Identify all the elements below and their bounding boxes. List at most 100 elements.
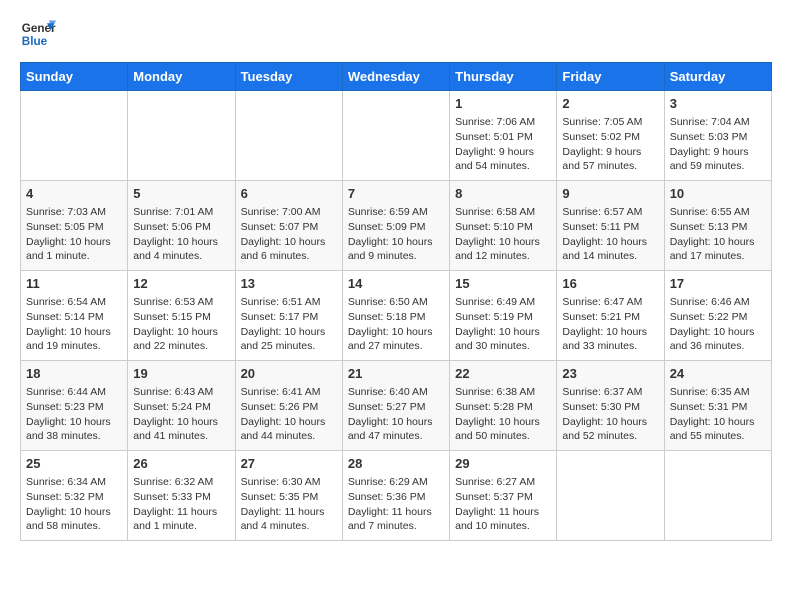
day-info: Sunrise: 7:01 AMSunset: 5:06 PMDaylight:… xyxy=(133,205,229,264)
day-number: 6 xyxy=(241,185,337,203)
day-number: 19 xyxy=(133,365,229,383)
calendar-cell: 23 Sunrise: 6:37 AMSunset: 5:30 PMDayligh… xyxy=(557,361,664,451)
calendar-cell: 11 Sunrise: 6:54 AMSunset: 5:14 PMDayligh… xyxy=(21,271,128,361)
calendar-week-5: 25 Sunrise: 6:34 AMSunset: 5:32 PMDayligh… xyxy=(21,451,772,541)
day-number: 24 xyxy=(670,365,766,383)
svg-text:Blue: Blue xyxy=(22,35,48,48)
calendar-cell: 9Sunrise: 6:57 AMSunset: 5:11 PMDaylight… xyxy=(557,181,664,271)
calendar-cell: 10 Sunrise: 6:55 AMSunset: 5:13 PMDayligh… xyxy=(664,181,771,271)
day-number: 3 xyxy=(670,95,766,113)
day-info: Sunrise: 6:54 AMSunset: 5:14 PMDaylight:… xyxy=(26,295,122,354)
day-info: Sunrise: 6:27 AMSunset: 5:37 PMDaylight:… xyxy=(455,475,551,534)
calendar-header-row: SundayMondayTuesdayWednesdayThursdayFrid… xyxy=(21,63,772,91)
day-info: Sunrise: 6:47 AMSunset: 5:21 PMDaylight:… xyxy=(562,295,658,354)
calendar-cell: 18 Sunrise: 6:44 AMSunset: 5:23 PMDayligh… xyxy=(21,361,128,451)
day-info: Sunrise: 6:58 AMSunset: 5:10 PMDaylight:… xyxy=(455,205,551,264)
day-number: 18 xyxy=(26,365,122,383)
calendar-cell: 12 Sunrise: 6:53 AMSunset: 5:15 PMDayligh… xyxy=(128,271,235,361)
header-monday: Monday xyxy=(128,63,235,91)
calendar-cell xyxy=(664,451,771,541)
day-info: Sunrise: 6:46 AMSunset: 5:22 PMDaylight:… xyxy=(670,295,766,354)
day-info: Sunrise: 7:03 AMSunset: 5:05 PMDaylight:… xyxy=(26,205,122,264)
day-info: Sunrise: 6:32 AMSunset: 5:33 PMDaylight:… xyxy=(133,475,229,534)
day-info: Sunrise: 6:53 AMSunset: 5:15 PMDaylight:… xyxy=(133,295,229,354)
day-info: Sunrise: 6:29 AMSunset: 5:36 PMDaylight:… xyxy=(348,475,444,534)
header-saturday: Saturday xyxy=(664,63,771,91)
calendar-cell: 29 Sunrise: 6:27 AMSunset: 5:37 PMDayligh… xyxy=(450,451,557,541)
day-number: 26 xyxy=(133,455,229,473)
day-number: 10 xyxy=(670,185,766,203)
calendar-cell: 4 Sunrise: 7:03 AMSunset: 5:05 PMDaylight… xyxy=(21,181,128,271)
header-friday: Friday xyxy=(557,63,664,91)
day-info: Sunrise: 6:38 AMSunset: 5:28 PMDaylight:… xyxy=(455,385,551,444)
day-info: Sunrise: 6:35 AMSunset: 5:31 PMDaylight:… xyxy=(670,385,766,444)
header-thursday: Thursday xyxy=(450,63,557,91)
day-info: Sunrise: 7:06 AMSunset: 5:01 PMDaylight:… xyxy=(455,115,551,174)
header: General Blue xyxy=(20,16,772,52)
day-info: Sunrise: 7:00 AMSunset: 5:07 PMDaylight:… xyxy=(241,205,337,264)
calendar-cell: 20 Sunrise: 6:41 AMSunset: 5:26 PMDayligh… xyxy=(235,361,342,451)
day-number: 15 xyxy=(455,275,551,293)
header-tuesday: Tuesday xyxy=(235,63,342,91)
day-info: Sunrise: 7:05 AMSunset: 5:02 PMDaylight:… xyxy=(562,115,658,174)
calendar-cell xyxy=(128,91,235,181)
day-info: Sunrise: 7:04 AMSunset: 5:03 PMDaylight:… xyxy=(670,115,766,174)
calendar-cell: 13 Sunrise: 6:51 AMSunset: 5:17 PMDayligh… xyxy=(235,271,342,361)
calendar-cell: 7 Sunrise: 6:59 AMSunset: 5:09 PMDaylight… xyxy=(342,181,449,271)
day-info: Sunrise: 6:43 AMSunset: 5:24 PMDaylight:… xyxy=(133,385,229,444)
calendar-cell: 27 Sunrise: 6:30 AMSunset: 5:35 PMDayligh… xyxy=(235,451,342,541)
calendar-cell: 25 Sunrise: 6:34 AMSunset: 5:32 PMDayligh… xyxy=(21,451,128,541)
day-number: 25 xyxy=(26,455,122,473)
day-info: Sunrise: 6:40 AMSunset: 5:27 PMDaylight:… xyxy=(348,385,444,444)
day-info: Sunrise: 6:41 AMSunset: 5:26 PMDaylight:… xyxy=(241,385,337,444)
calendar-cell: 15 Sunrise: 6:49 AMSunset: 5:19 PMDayligh… xyxy=(450,271,557,361)
calendar-cell: 26 Sunrise: 6:32 AMSunset: 5:33 PMDayligh… xyxy=(128,451,235,541)
day-number: 13 xyxy=(241,275,337,293)
day-number: 29 xyxy=(455,455,551,473)
logo-icon: General Blue xyxy=(20,16,56,52)
day-number: 21 xyxy=(348,365,444,383)
header-sunday: Sunday xyxy=(21,63,128,91)
calendar-week-3: 11 Sunrise: 6:54 AMSunset: 5:14 PMDayligh… xyxy=(21,271,772,361)
day-number: 8 xyxy=(455,185,551,203)
calendar-cell xyxy=(235,91,342,181)
day-number: 14 xyxy=(348,275,444,293)
calendar-cell: 28Sunrise: 6:29 AMSunset: 5:36 PMDayligh… xyxy=(342,451,449,541)
day-info: Sunrise: 6:49 AMSunset: 5:19 PMDaylight:… xyxy=(455,295,551,354)
day-info: Sunrise: 6:30 AMSunset: 5:35 PMDaylight:… xyxy=(241,475,337,534)
day-number: 9 xyxy=(562,185,658,203)
day-number: 5 xyxy=(133,185,229,203)
calendar-cell: 8 Sunrise: 6:58 AMSunset: 5:10 PMDaylight… xyxy=(450,181,557,271)
day-info: Sunrise: 6:34 AMSunset: 5:32 PMDaylight:… xyxy=(26,475,122,534)
calendar-week-2: 4 Sunrise: 7:03 AMSunset: 5:05 PMDaylight… xyxy=(21,181,772,271)
calendar-cell: 1Sunrise: 7:06 AMSunset: 5:01 PMDaylight… xyxy=(450,91,557,181)
calendar-cell: 3 Sunrise: 7:04 AMSunset: 5:03 PMDaylight… xyxy=(664,91,771,181)
day-number: 2 xyxy=(562,95,658,113)
calendar-cell: 21 Sunrise: 6:40 AMSunset: 5:27 PMDayligh… xyxy=(342,361,449,451)
day-number: 7 xyxy=(348,185,444,203)
calendar-cell: 6 Sunrise: 7:00 AMSunset: 5:07 PMDaylight… xyxy=(235,181,342,271)
day-number: 4 xyxy=(26,185,122,203)
day-number: 12 xyxy=(133,275,229,293)
day-number: 22 xyxy=(455,365,551,383)
calendar-cell xyxy=(21,91,128,181)
day-number: 20 xyxy=(241,365,337,383)
calendar-cell: 5 Sunrise: 7:01 AMSunset: 5:06 PMDaylight… xyxy=(128,181,235,271)
day-number: 11 xyxy=(26,275,122,293)
calendar-cell: 17 Sunrise: 6:46 AMSunset: 5:22 PMDayligh… xyxy=(664,271,771,361)
day-number: 17 xyxy=(670,275,766,293)
day-info: Sunrise: 6:51 AMSunset: 5:17 PMDaylight:… xyxy=(241,295,337,354)
calendar-cell xyxy=(557,451,664,541)
day-info: Sunrise: 6:44 AMSunset: 5:23 PMDaylight:… xyxy=(26,385,122,444)
logo: General Blue xyxy=(20,16,56,52)
day-info: Sunrise: 6:37 AMSunset: 5:30 PMDaylight:… xyxy=(562,385,658,444)
calendar-cell: 14Sunrise: 6:50 AMSunset: 5:18 PMDayligh… xyxy=(342,271,449,361)
day-info: Sunrise: 6:59 AMSunset: 5:09 PMDaylight:… xyxy=(348,205,444,264)
day-number: 27 xyxy=(241,455,337,473)
day-info: Sunrise: 6:55 AMSunset: 5:13 PMDaylight:… xyxy=(670,205,766,264)
day-number: 16 xyxy=(562,275,658,293)
calendar-table: SundayMondayTuesdayWednesdayThursdayFrid… xyxy=(20,62,772,541)
calendar-cell: 2 Sunrise: 7:05 AMSunset: 5:02 PMDaylight… xyxy=(557,91,664,181)
calendar-week-1: 1Sunrise: 7:06 AMSunset: 5:01 PMDaylight… xyxy=(21,91,772,181)
day-number: 23 xyxy=(562,365,658,383)
